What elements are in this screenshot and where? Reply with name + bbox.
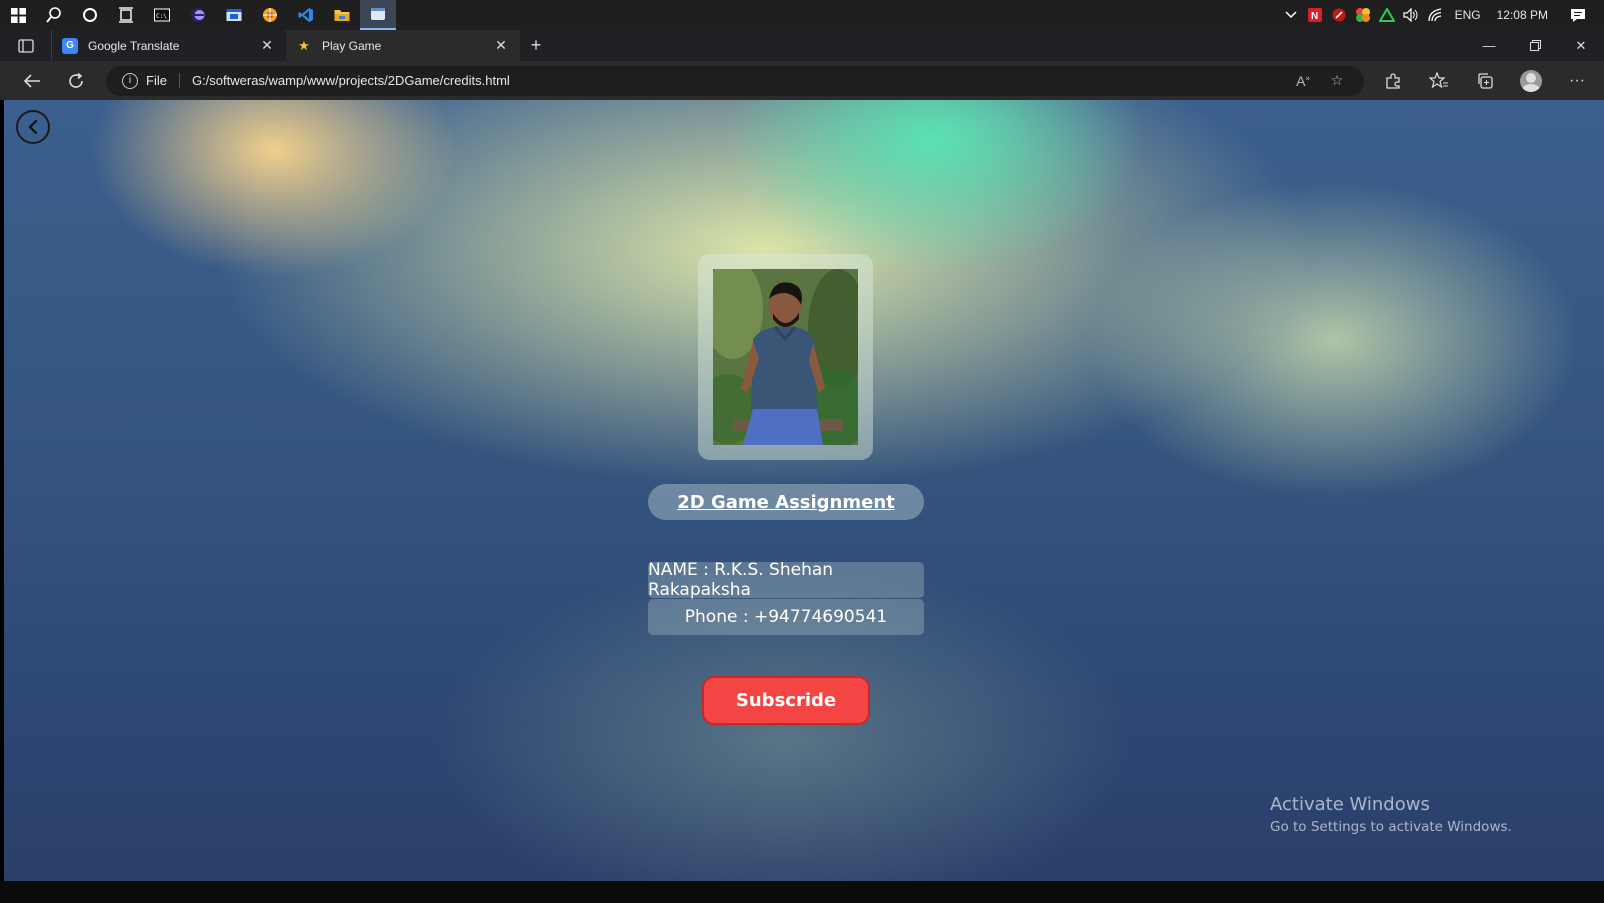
read-aloud-icon[interactable]: A» bbox=[1286, 73, 1320, 89]
collections-icon[interactable] bbox=[1462, 61, 1508, 100]
cortana-icon[interactable] bbox=[72, 0, 108, 30]
browser-tab-strip: G Google Translate ✕ ★ Play Game ✕ + — ✕ bbox=[0, 30, 1604, 61]
svg-text:N: N bbox=[1311, 11, 1318, 22]
wifi-icon[interactable] bbox=[1423, 0, 1447, 30]
windows-taskbar: C:\ N ENG 12:08 PM bbox=[0, 0, 1604, 30]
task-view-icon[interactable] bbox=[108, 0, 144, 30]
tab-title: Google Translate bbox=[88, 38, 180, 53]
clock[interactable]: 12:08 PM bbox=[1489, 8, 1556, 22]
notification-icon[interactable] bbox=[1566, 0, 1590, 30]
phone-info: Phone : +94774690541 bbox=[648, 599, 924, 635]
window-controls: — ✕ bbox=[1466, 30, 1604, 61]
edge-browser-icon[interactable] bbox=[360, 0, 396, 30]
file-explorer-icon[interactable] bbox=[324, 0, 360, 30]
vscode-icon[interactable] bbox=[288, 0, 324, 30]
watermark-subtitle: Go to Settings to activate Windows. bbox=[1270, 819, 1512, 835]
profile-photo-card bbox=[698, 254, 873, 460]
close-tab-icon[interactable]: ✕ bbox=[258, 37, 276, 54]
color-app-tray-icon[interactable] bbox=[1351, 0, 1375, 30]
new-tab-button[interactable]: + bbox=[520, 30, 552, 61]
paint-app-icon[interactable] bbox=[252, 0, 288, 30]
search-icon[interactable] bbox=[36, 0, 72, 30]
info-icon[interactable]: i bbox=[122, 72, 138, 89]
favorites-icon[interactable] bbox=[1416, 61, 1462, 100]
credits-page: 2D Game Assignment NAME : R.K.S. Shehan … bbox=[4, 100, 1604, 881]
browser-toolbar: i File G:/softweras/wamp/www/projects/2D… bbox=[0, 61, 1604, 100]
name-info: NAME : R.K.S. Shehan Rakapaksha bbox=[648, 560, 924, 600]
terminal-icon[interactable]: C:\ bbox=[144, 0, 180, 30]
page-title[interactable]: 2D Game Assignment bbox=[677, 492, 895, 513]
profile-avatar[interactable] bbox=[1508, 61, 1554, 100]
assignment-title-link[interactable]: 2D Game Assignment bbox=[648, 484, 924, 520]
back-arrow-icon[interactable] bbox=[10, 61, 54, 100]
tab-play-game[interactable]: ★ Play Game ✕ bbox=[286, 30, 520, 61]
add-favorite-icon[interactable]: ☆ bbox=[1320, 72, 1354, 89]
windows-start-icon[interactable] bbox=[0, 0, 36, 30]
bottom-edge bbox=[0, 881, 1604, 903]
language-indicator[interactable]: ENG bbox=[1447, 8, 1489, 22]
close-window-icon[interactable]: ✕ bbox=[1558, 30, 1604, 61]
star-favicon-icon: ★ bbox=[298, 37, 310, 53]
antivirus-tray-icon[interactable] bbox=[1327, 0, 1351, 30]
chevron-up-icon[interactable] bbox=[1279, 0, 1303, 30]
system-tray: N ENG 12:08 PM bbox=[1279, 0, 1604, 30]
url-text[interactable]: G:/softweras/wamp/www/projects/2DGame/cr… bbox=[192, 73, 1286, 88]
svg-text:C:\: C:\ bbox=[156, 13, 167, 20]
activate-windows-watermark: Activate Windows Go to Settings to activ… bbox=[1270, 794, 1512, 835]
address-bar[interactable]: i File G:/softweras/wamp/www/projects/2D… bbox=[106, 65, 1364, 96]
tab-google-translate[interactable]: G Google Translate ✕ bbox=[52, 30, 286, 61]
tab-title: Play Game bbox=[322, 38, 382, 53]
refresh-icon[interactable] bbox=[54, 61, 98, 100]
avatar bbox=[1520, 69, 1542, 92]
drive-tray-icon[interactable] bbox=[1375, 0, 1399, 30]
close-tab-icon[interactable]: ✕ bbox=[492, 37, 510, 54]
subscribe-button[interactable]: Subscride bbox=[702, 676, 870, 725]
minimize-icon[interactable]: — bbox=[1466, 30, 1512, 61]
google-translate-favicon-icon: G bbox=[62, 37, 78, 54]
scheme-label: File bbox=[146, 73, 180, 88]
tab-actions-icon[interactable] bbox=[0, 30, 52, 61]
volume-icon[interactable] bbox=[1399, 0, 1423, 30]
back-button[interactable] bbox=[16, 110, 50, 144]
adobe-tray-icon[interactable]: N bbox=[1303, 0, 1327, 30]
more-menu-icon[interactable]: ··· bbox=[1554, 61, 1600, 100]
extensions-icon[interactable] bbox=[1370, 61, 1416, 100]
restore-icon[interactable] bbox=[1512, 30, 1558, 61]
eclipse-icon[interactable] bbox=[180, 0, 216, 30]
profile-photo bbox=[713, 269, 858, 445]
watermark-title: Activate Windows bbox=[1270, 794, 1430, 815]
chevron-left-icon bbox=[28, 119, 38, 135]
app-window-icon[interactable] bbox=[216, 0, 252, 30]
